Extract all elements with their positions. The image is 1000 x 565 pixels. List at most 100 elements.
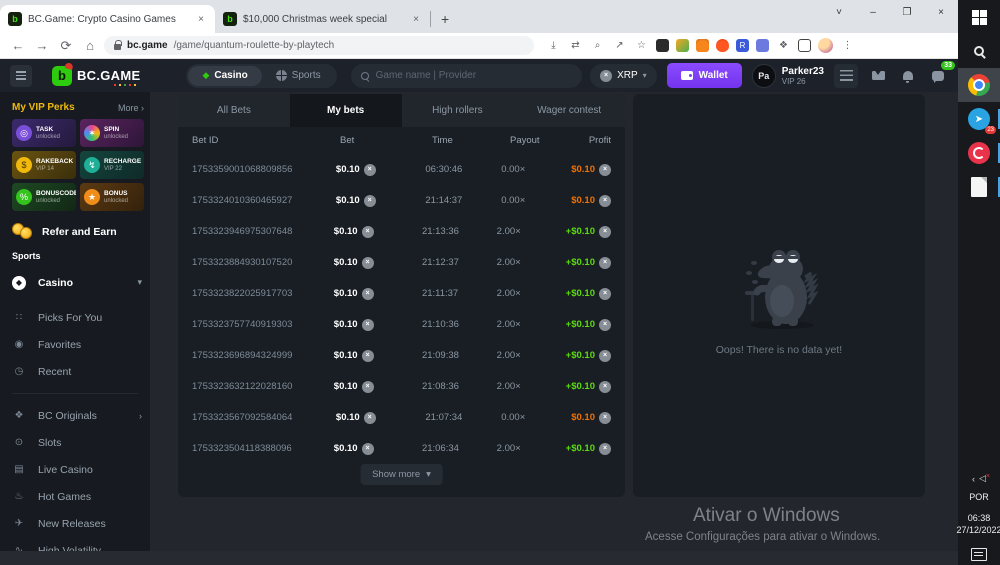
sidebar-item-bc-originals[interactable]: ❖ BC Originals › xyxy=(12,402,142,429)
bookmark-star-icon[interactable]: ☆ xyxy=(634,38,649,53)
tray-expand-icon[interactable]: ‹ xyxy=(972,474,975,484)
bonuscode-icon: % xyxy=(16,189,32,205)
bcgame-favicon: b xyxy=(8,12,22,26)
tab-wager-contest[interactable]: Wager contest xyxy=(513,94,625,127)
window-minimize-button[interactable]: – xyxy=(856,0,890,24)
chrome-profile-avatar[interactable] xyxy=(818,38,833,53)
sidebar-item-live-casino[interactable]: ▤ Live Casino xyxy=(12,456,142,483)
taskbar-red-app-button[interactable] xyxy=(958,136,1000,170)
table-row[interactable]: 1753323632122028160 $0.10× 21:08:36 2.00… xyxy=(178,371,625,402)
cursor-extension-icon[interactable] xyxy=(756,39,769,52)
chat-button[interactable]: 33 xyxy=(928,66,948,86)
table-row[interactable]: 1753323696894324999 $0.10× 21:09:38 2.00… xyxy=(178,340,625,371)
perk-bonus[interactable]: ★ BONUSunlocked xyxy=(80,183,144,211)
tab-high-rollers[interactable]: High rollers xyxy=(402,94,514,127)
table-row[interactable]: 1753323567092584064 $0.10× 21:07:34 0.00… xyxy=(178,402,625,433)
windows-logo-icon xyxy=(972,10,987,25)
table-row[interactable]: 1753323757740919303 $0.10× 21:10:36 2.00… xyxy=(178,309,625,340)
table-row[interactable]: 1753323504118388096 $0.10× 21:06:34 2.00… xyxy=(178,433,625,464)
bet-id: 1753323632122028160 xyxy=(192,381,334,392)
hamburger-menu-icon[interactable] xyxy=(10,65,32,87)
start-button[interactable] xyxy=(958,0,1000,34)
language-indicator[interactable]: POR xyxy=(969,492,989,502)
sidebar-item-recent[interactable]: ◷ Recent xyxy=(12,358,142,385)
vip-more-link[interactable]: More › xyxy=(118,103,144,113)
translate-icon[interactable]: ⇄ xyxy=(568,38,583,53)
table-row[interactable]: 1753323884930107520 $0.10× 21:12:37 2.00… xyxy=(178,247,625,278)
action-center-icon[interactable] xyxy=(971,548,987,561)
chrome-menu-icon[interactable]: ⋮ xyxy=(840,38,855,53)
window-menu-icon[interactable]: ˅ xyxy=(822,0,856,24)
zoom-icon[interactable]: ⌕ xyxy=(590,38,605,53)
install-app-icon[interactable]: ⤓ xyxy=(546,38,561,53)
tab-all-bets[interactable]: All Bets xyxy=(178,94,290,127)
sidebar-item-favorites[interactable]: ◉ Favorites xyxy=(12,331,142,358)
sidebar-panel-icon[interactable] xyxy=(798,39,811,52)
table-row[interactable]: 1753323822025917703 $0.10× 21:11:37 2.00… xyxy=(178,278,625,309)
refer-and-earn[interactable]: Refer and Earn xyxy=(12,223,144,241)
home-icon[interactable]: ⌂ xyxy=(80,38,100,53)
perk-rakeback[interactable]: $ RAKEBACKVIP 14 xyxy=(12,151,76,179)
sidebar-item-slots[interactable]: ⊙ Slots xyxy=(12,429,142,456)
notifications-button[interactable] xyxy=(898,66,918,86)
table-row[interactable]: 1753359001068809856 $0.10× 06:30:46 0.00… xyxy=(178,154,625,185)
window-restore-button[interactable]: ❐ xyxy=(890,0,924,24)
sidebar-item-new-releases[interactable]: ✈ New Releases xyxy=(12,510,142,537)
metamask-fox-icon[interactable] xyxy=(696,39,709,52)
xrp-coin-icon: × xyxy=(599,164,611,176)
tab-close-icon[interactable]: × xyxy=(410,13,422,26)
flame-extension-icon[interactable] xyxy=(716,39,729,52)
browser-tab-1[interactable]: b BC.Game: Crypto Casino Games × xyxy=(0,5,215,33)
bet-id: 1753323884930107520 xyxy=(192,257,334,268)
nav-casino[interactable]: ◆ Casino xyxy=(188,66,261,86)
perk-task[interactable]: ◎ TASKunlocked xyxy=(12,119,76,147)
taskbar-search-button[interactable] xyxy=(958,34,1000,68)
volume-muted-icon[interactable]: ◁× xyxy=(979,473,986,484)
shield-extension-icon[interactable]: R xyxy=(736,39,749,52)
perk-recharge[interactable]: ↯ RECHARGEVIP 22 xyxy=(80,151,144,179)
show-more-button[interactable]: Show more ▾ xyxy=(360,464,443,485)
perk-spin[interactable]: ✶ SPINunlocked xyxy=(80,119,144,147)
forward-icon[interactable]: → xyxy=(32,38,52,53)
casino-diamond-icon: ◆ xyxy=(12,276,26,290)
user-profile[interactable]: Pa Parker23 VIP 26 xyxy=(752,64,824,88)
game-search-input[interactable]: Game name | Provider xyxy=(351,64,582,88)
messages-button[interactable] xyxy=(868,66,888,86)
xrp-coin-icon: × xyxy=(599,412,611,424)
bet-amount: $0.10 xyxy=(334,319,358,330)
window-close-button[interactable]: × xyxy=(924,0,958,24)
bcgame-logo[interactable]: b BC.GAME xyxy=(52,66,141,86)
wallet-button[interactable]: Wallet xyxy=(667,63,742,88)
share-icon[interactable]: ↗ xyxy=(612,38,627,53)
nav-sports[interactable]: Sports xyxy=(262,66,335,86)
browser-tab-2[interactable]: b $10,000 Christmas week special × xyxy=(215,5,430,33)
xrp-coin-icon: × xyxy=(362,288,374,300)
taskbar-telegram-button[interactable]: ➤ 23 xyxy=(958,102,1000,136)
back-icon[interactable]: ← xyxy=(8,38,28,53)
tab-my-bets[interactable]: My bets xyxy=(290,94,402,127)
tab-title: $10,000 Christmas week special xyxy=(243,14,404,25)
search-placeholder: Game name | Provider xyxy=(376,70,476,81)
currency-selector[interactable]: × XRP ▾ xyxy=(590,64,657,88)
sidebar-item-hot-games[interactable]: ♨ Hot Games xyxy=(12,483,142,510)
table-row[interactable]: 1753324010360465927 $0.10× 21:14:37 0.00… xyxy=(178,185,625,216)
xrp-coin-icon: × xyxy=(362,443,374,455)
new-tab-button[interactable]: + xyxy=(431,11,459,33)
perk-bonuscode[interactable]: % BONUSCODEunlocked xyxy=(12,183,76,211)
xrp-coin-icon: × xyxy=(599,319,611,331)
bird-extension-icon[interactable] xyxy=(676,39,689,52)
taskbar-chrome-button[interactable] xyxy=(958,68,1000,102)
extensions-puzzle-icon[interactable]: ❖ xyxy=(776,38,791,53)
taskbar-notepad-button[interactable] xyxy=(958,170,1000,204)
taskbar-clock[interactable]: 06:38 27/12/2022 xyxy=(956,512,1000,536)
sidebar-item-picks-for-you[interactable]: ∷ Picks For You xyxy=(12,304,142,331)
wallet-icon xyxy=(681,71,693,80)
reload-icon[interactable]: ⟳ xyxy=(56,38,76,54)
chevron-right-icon: › xyxy=(139,411,142,421)
tab-close-icon[interactable]: × xyxy=(195,13,207,26)
dark-extension-icon[interactable] xyxy=(656,39,669,52)
table-row[interactable]: 1753323946975307648 $0.10× 21:13:36 2.00… xyxy=(178,216,625,247)
transactions-button[interactable] xyxy=(834,64,858,88)
url-bar[interactable]: bc.game/game/quantum-roulette-by-playtec… xyxy=(104,36,534,55)
sidebar-item-casino[interactable]: ◆ Casino ▾ xyxy=(12,269,142,296)
